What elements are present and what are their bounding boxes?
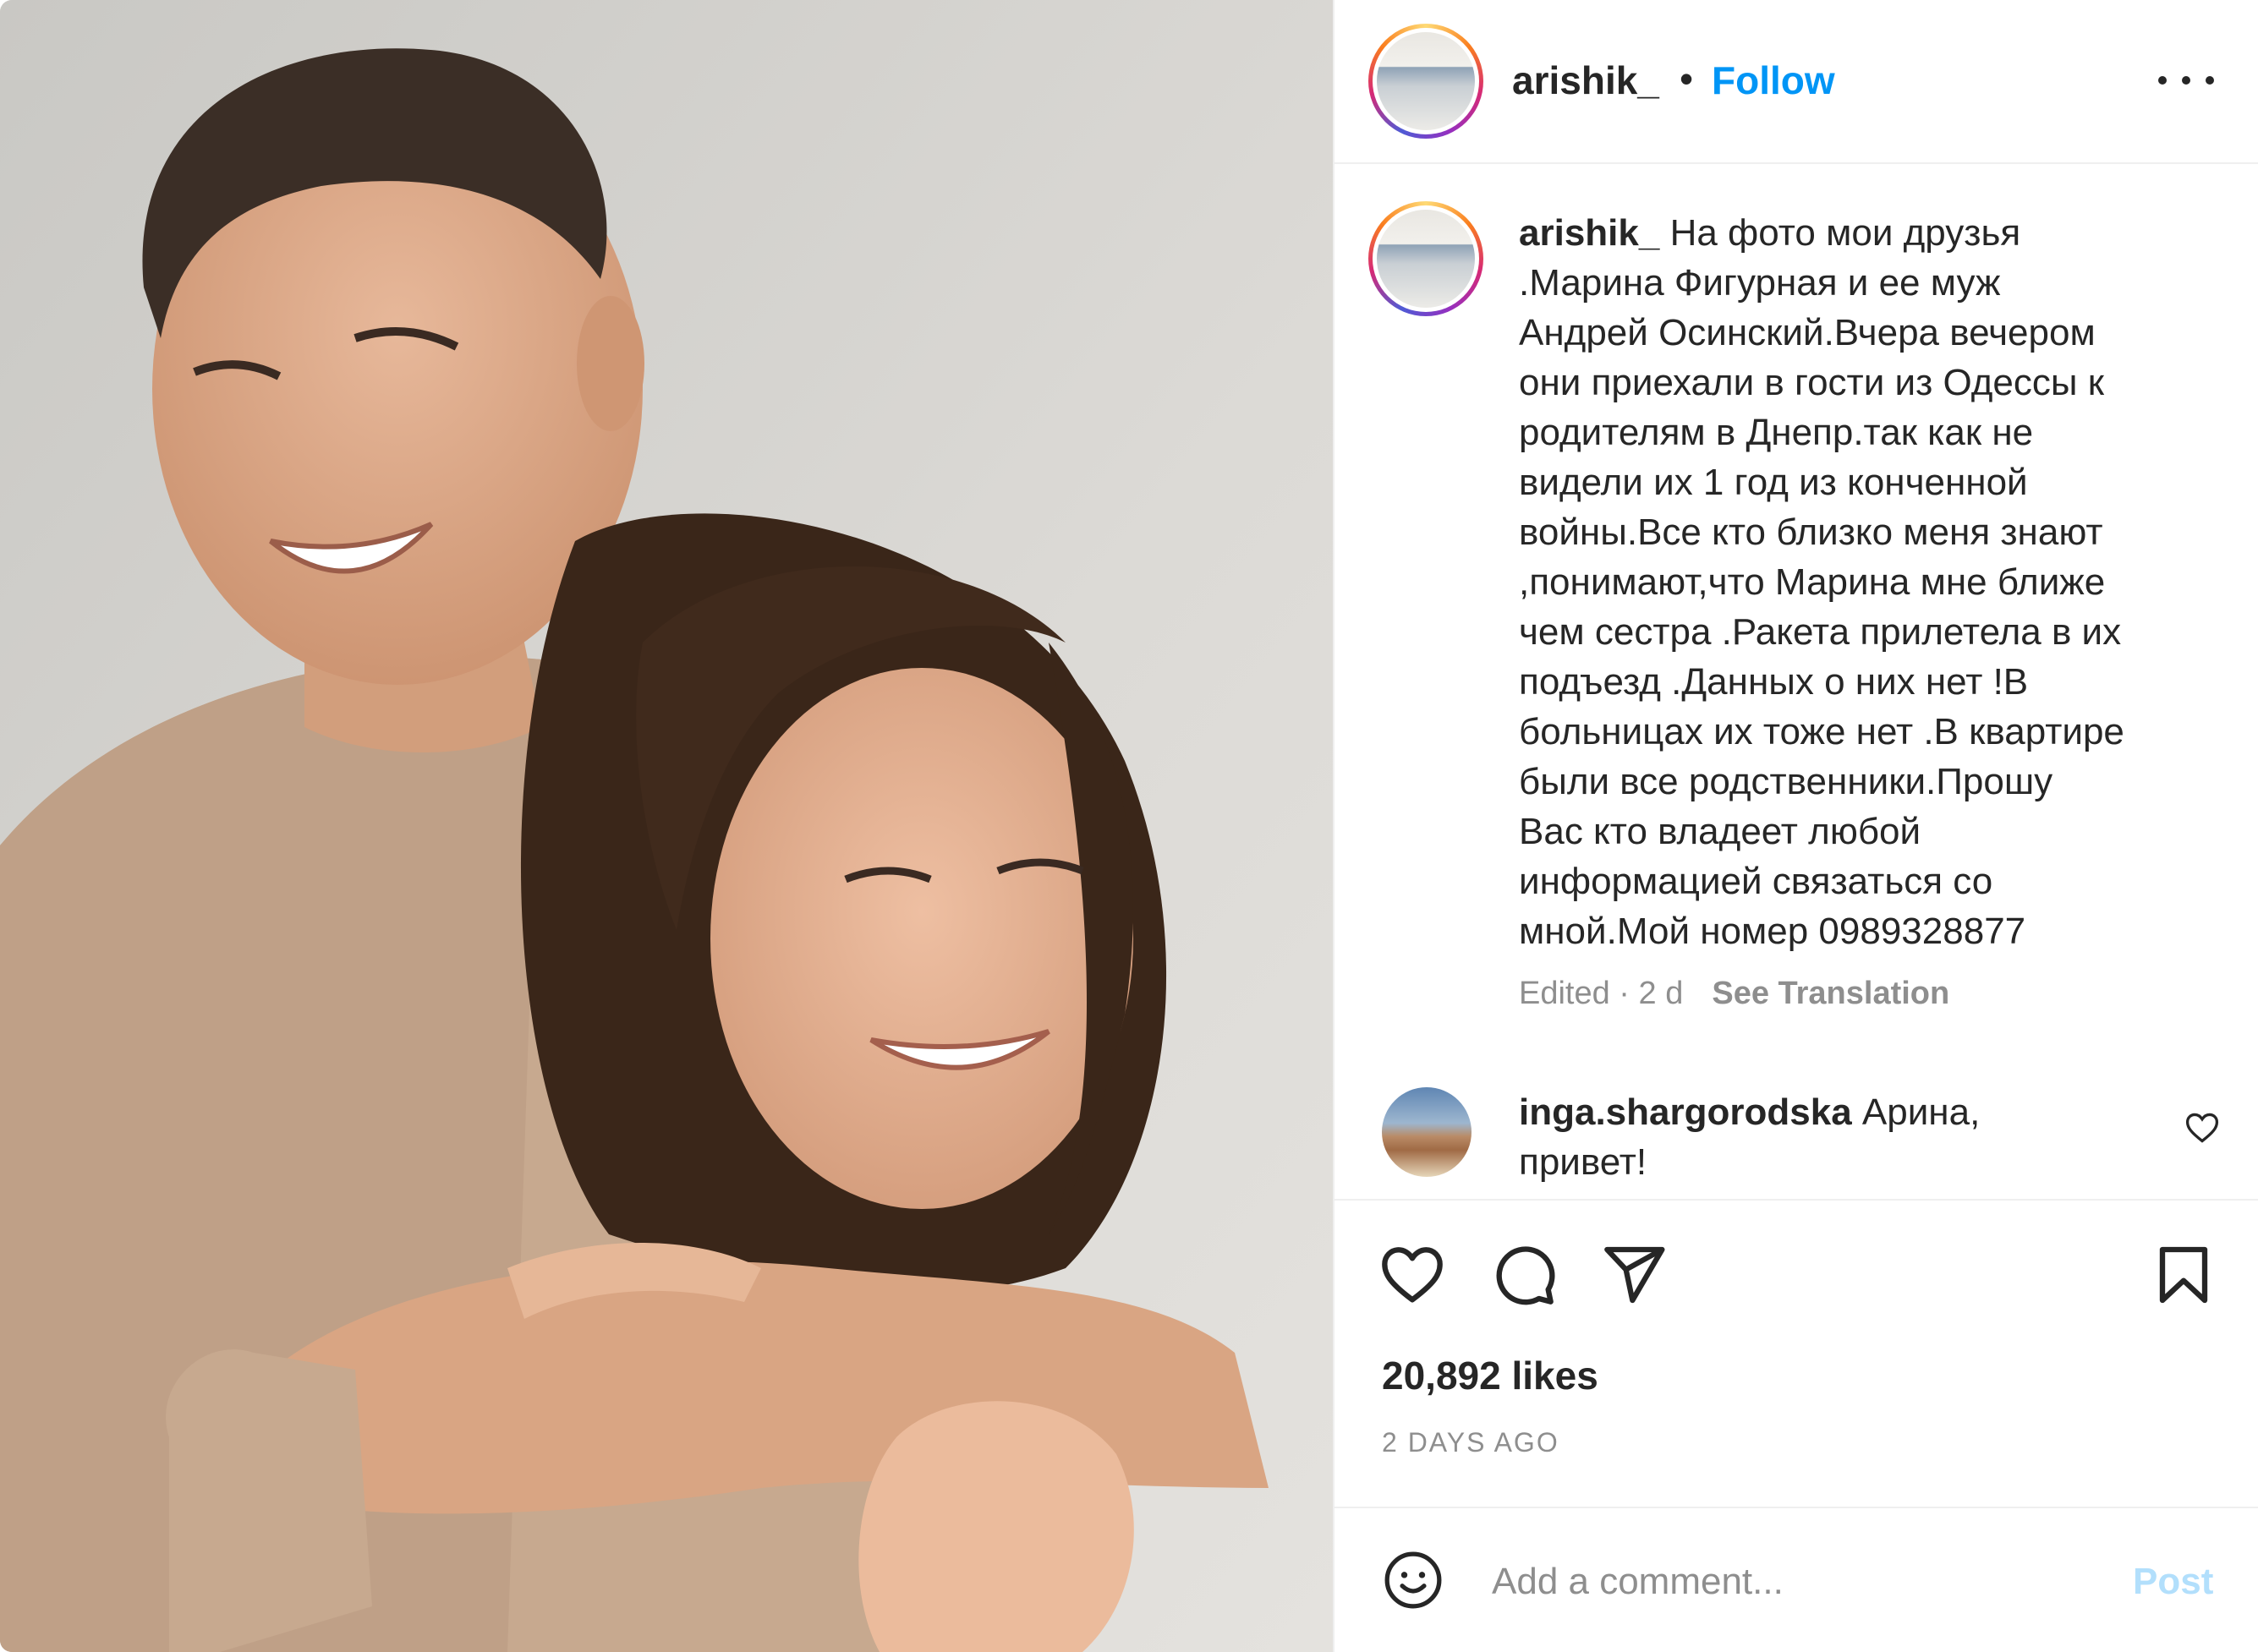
post-caption: arishik_ На фото мои друзья .Марина Фигу… — [1519, 208, 2212, 956]
follow-button[interactable]: Follow — [1712, 57, 1835, 103]
caption-text: На фото мои друзья .Марина Фигурная и ее… — [1519, 212, 2124, 952]
separator-dot: • — [1680, 57, 1694, 101]
caption-meta: Edited · 2 d See Translation — [1519, 976, 1949, 1012]
post-photo[interactable] — [0, 0, 1333, 1652]
post-header: arishik_ • Follow — [1335, 0, 2258, 164]
divider — [1335, 1507, 2258, 1508]
likes-count[interactable]: 20,892 likes — [1382, 1353, 1598, 1398]
avatar-photo — [1377, 210, 1475, 308]
caption-author-avatar[interactable] — [1368, 201, 1483, 316]
save-bookmark-icon[interactable] — [2150, 1241, 2217, 1309]
smiley-icon[interactable] — [1382, 1549, 1444, 1611]
post-comment-button[interactable]: Post — [2133, 1561, 2213, 1603]
post-date: 2 DAYS AGO — [1382, 1427, 1559, 1458]
couple-photo-illustration — [0, 0, 1333, 1652]
commenter-avatar[interactable] — [1382, 1087, 1472, 1177]
author-username[interactable]: arishik_ — [1512, 57, 1659, 103]
comment-body: inga.shargorodska Арина, привет! — [1519, 1087, 2111, 1187]
caption-username[interactable]: arishik_ — [1519, 212, 1659, 254]
like-heart-icon[interactable] — [1378, 1241, 1446, 1309]
comment-like-heart-icon[interactable] — [2184, 1109, 2221, 1146]
see-translation-link[interactable]: See Translation — [1712, 976, 1949, 1011]
commenter-username[interactable]: inga.shargorodska — [1519, 1091, 1852, 1133]
more-options-icon[interactable] — [2158, 59, 2214, 101]
share-paper-plane-icon[interactable] — [1600, 1241, 1668, 1309]
add-comment-input[interactable] — [1492, 1552, 2084, 1611]
instagram-post-view: arishik_ • Follow arishik_ На фото мои д… — [0, 0, 2258, 1652]
avatar-photo — [1377, 32, 1475, 130]
divider — [1335, 1199, 2258, 1201]
comment-item: inga.shargorodska Арина, привет! — [1335, 1074, 2258, 1201]
post-sidebar: arishik_ • Follow arishik_ На фото мои д… — [1333, 0, 2258, 1652]
author-avatar[interactable] — [1368, 24, 1483, 139]
edited-timestamp: Edited · 2 d — [1519, 976, 1684, 1011]
comment-bubble-icon[interactable] — [1490, 1241, 1558, 1309]
